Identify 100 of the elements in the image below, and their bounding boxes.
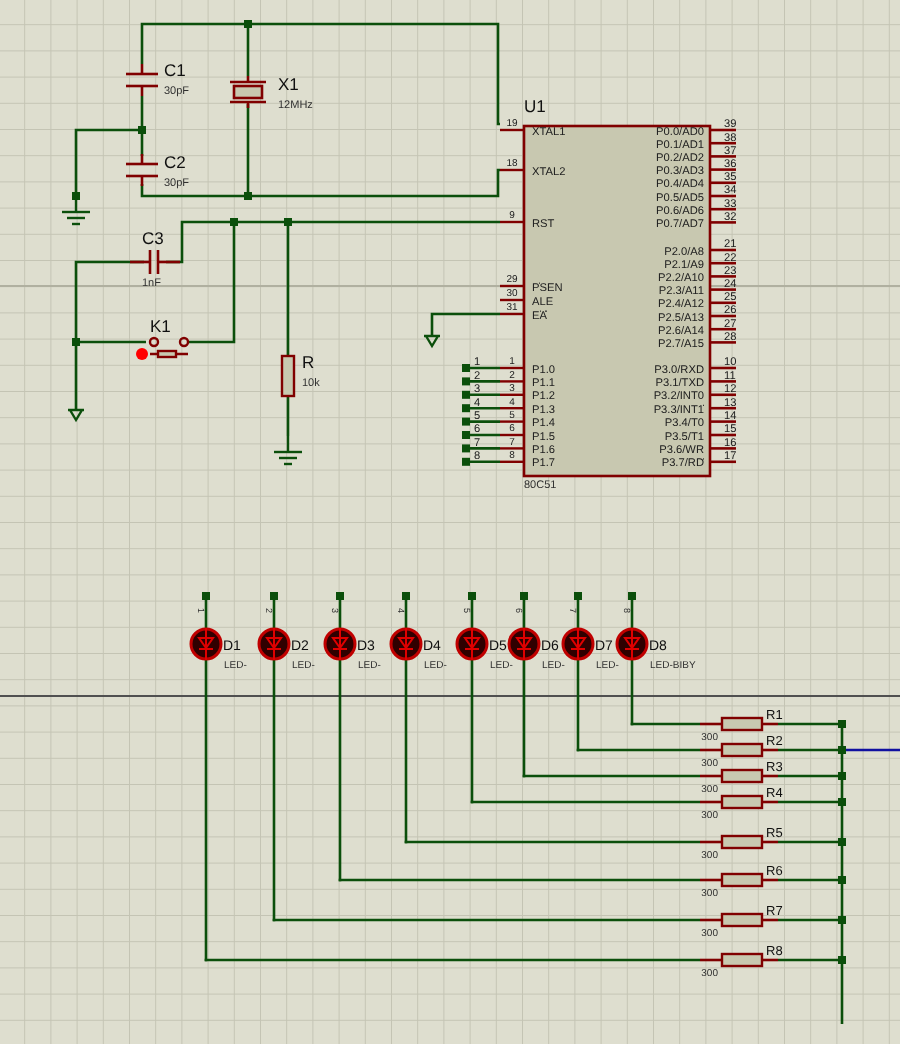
wire <box>466 420 500 423</box>
pin-line <box>762 840 778 844</box>
pin-line <box>762 800 778 804</box>
pin-line <box>500 407 524 410</box>
led-symbol[interactable] <box>507 627 541 661</box>
component-label: R <box>302 352 315 372</box>
pin-line <box>710 155 736 158</box>
resistor-symbol[interactable] <box>720 768 764 784</box>
schematic-canvas[interactable] <box>0 0 900 1044</box>
pin-line <box>500 220 524 224</box>
chip-body[interactable] <box>522 124 712 478</box>
component-label: U1 <box>524 96 546 116</box>
pin-line <box>700 800 722 804</box>
capacitor-symbol[interactable] <box>126 154 158 186</box>
pin-line <box>500 298 524 302</box>
wire <box>522 596 526 628</box>
resistor-symbol[interactable] <box>720 794 764 810</box>
pin-line <box>762 722 778 726</box>
pin-line <box>700 774 722 778</box>
pin-line <box>710 194 736 198</box>
wire <box>204 596 208 628</box>
led-symbol[interactable] <box>561 627 595 661</box>
capacitor-symbol[interactable] <box>126 64 158 96</box>
pin-line <box>500 393 524 396</box>
pin-line <box>710 168 736 171</box>
pin-line <box>700 918 722 922</box>
resistor-symbol[interactable] <box>720 952 764 968</box>
pin-line <box>710 366 736 370</box>
pin-line <box>500 128 524 132</box>
pin-line <box>710 275 736 278</box>
pin-line <box>710 447 736 450</box>
led-symbol[interactable] <box>257 627 291 661</box>
pin-line <box>700 748 722 752</box>
marker-dot-icon[interactable] <box>136 348 148 360</box>
pin-line <box>710 341 736 344</box>
resistor-symbol[interactable] <box>280 354 296 398</box>
pin-line <box>762 748 778 752</box>
pin-line <box>762 918 778 922</box>
pin-line <box>710 406 736 410</box>
resistor-symbol[interactable] <box>720 742 764 758</box>
resistor-symbol[interactable] <box>720 872 764 888</box>
wire <box>466 433 500 437</box>
wire <box>286 396 290 436</box>
pin-line <box>700 958 722 962</box>
led-symbol[interactable] <box>615 627 649 661</box>
pin-line <box>710 261 736 265</box>
resistor-symbol[interactable] <box>720 716 764 732</box>
wire <box>466 406 500 410</box>
wire <box>404 596 408 628</box>
pin-line <box>710 301 736 305</box>
pin-line <box>710 288 736 291</box>
led-symbol[interactable] <box>189 627 223 661</box>
led-symbol[interactable] <box>323 627 357 661</box>
wire <box>272 596 276 628</box>
pin-line <box>710 181 736 185</box>
pin-line <box>500 312 524 316</box>
pin-line <box>710 314 736 318</box>
pin-line <box>710 248 736 252</box>
pin-line <box>762 958 778 962</box>
pin-line <box>500 433 524 437</box>
pin-line <box>500 420 524 423</box>
wire <box>466 393 500 397</box>
ground-symbol <box>62 196 90 226</box>
wire <box>630 596 634 628</box>
pin-line <box>710 380 736 383</box>
component-label: C3 <box>142 228 164 248</box>
capacitor-symbol[interactable] <box>130 250 180 274</box>
wire <box>576 596 580 628</box>
component-label: C1 <box>164 60 186 80</box>
pin-line <box>710 221 736 224</box>
pin-line <box>710 207 736 211</box>
pin-line <box>710 128 736 132</box>
pin-line <box>500 460 524 463</box>
led-symbol[interactable] <box>389 627 423 661</box>
pin-line <box>500 380 524 383</box>
component-label: X1 <box>278 74 299 94</box>
pin-line <box>762 878 778 882</box>
pin-line <box>710 141 736 145</box>
pin-line <box>500 447 524 450</box>
pin-line <box>500 366 524 370</box>
pin-line <box>762 774 778 778</box>
pin-line <box>500 168 524 172</box>
pin-line <box>500 284 524 288</box>
pin-line <box>710 327 736 331</box>
ground-symbol <box>274 436 302 466</box>
pin-line <box>710 433 736 437</box>
wire <box>466 447 500 450</box>
wire <box>466 366 500 370</box>
push-button-symbol[interactable] <box>148 336 190 359</box>
wire <box>466 460 500 464</box>
resistor-symbol[interactable] <box>720 834 764 850</box>
crystal-symbol[interactable] <box>230 76 266 108</box>
wire <box>470 596 474 628</box>
pin-line <box>710 393 736 397</box>
wire <box>430 312 500 336</box>
wire <box>466 380 500 383</box>
led-symbol[interactable] <box>455 627 489 661</box>
pin-line <box>700 840 722 844</box>
resistor-symbol[interactable] <box>720 912 764 928</box>
ground-symbol <box>422 334 442 349</box>
